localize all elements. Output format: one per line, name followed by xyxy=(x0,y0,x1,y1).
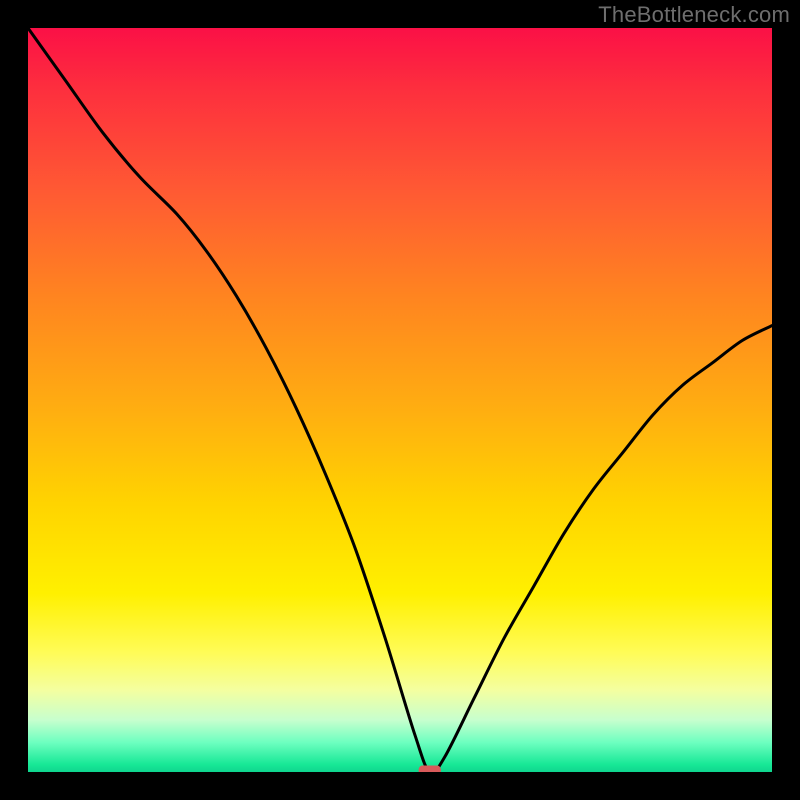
curve-svg xyxy=(28,28,772,772)
chart-frame: TheBottleneck.com xyxy=(0,0,800,800)
minimum-marker xyxy=(419,766,441,772)
plot-area xyxy=(28,28,772,772)
bottleneck-curve xyxy=(28,28,772,772)
watermark-text: TheBottleneck.com xyxy=(598,2,790,28)
